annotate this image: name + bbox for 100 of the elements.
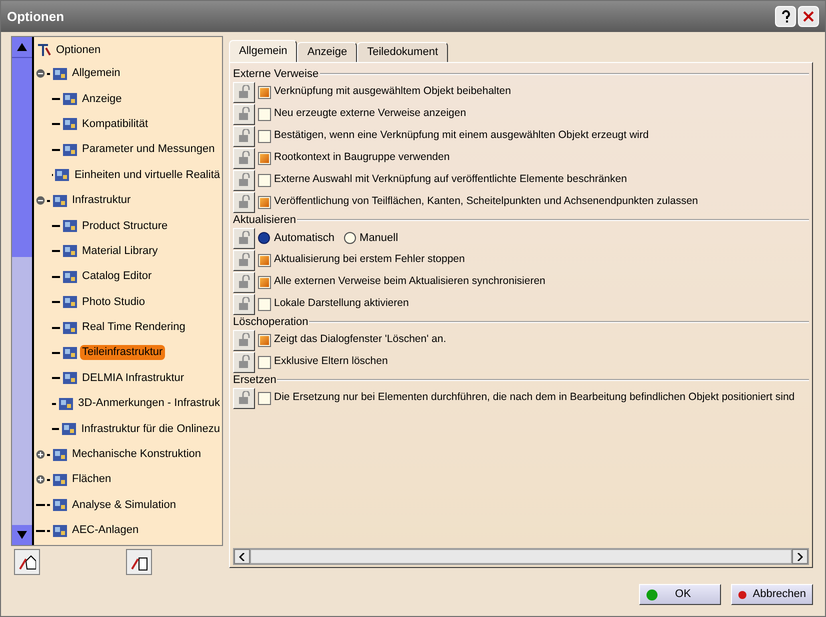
lock-icon: [237, 107, 251, 121]
tree-item[interactable]: Infrastruktur für die Onlinezu: [79, 422, 222, 437]
lock-button[interactable]: [233, 250, 255, 270]
tile-icon: [52, 192, 68, 209]
tile-icon: [62, 218, 78, 234]
tree-item[interactable]: Kompatibilität: [80, 116, 150, 132]
section-heading: Aktualisieren: [233, 212, 297, 228]
checkbox[interactable]: [258, 392, 271, 404]
expand-icon[interactable]: [36, 475, 45, 484]
status-ball-icon: [738, 588, 747, 600]
lock-button[interactable]: [233, 352, 255, 372]
tile-icon: [62, 142, 78, 158]
checkbox[interactable]: [258, 356, 271, 368]
close-icon: [803, 11, 814, 22]
checkbox[interactable]: [258, 196, 271, 208]
tree-item[interactable]: Catalog Editor: [80, 269, 154, 284]
tree-item[interactable]: Photo Studio: [80, 294, 147, 310]
option-label: Exklusive Eltern löschen: [274, 354, 388, 370]
section-heading: Externe Verweise: [233, 66, 320, 82]
lock-button[interactable]: [233, 126, 255, 146]
help-button[interactable]: [775, 6, 796, 27]
checkbox[interactable]: [258, 86, 271, 98]
checkbox[interactable]: [258, 108, 271, 120]
tree-item[interactable]: 3D-Anmerkungen - Infrastruk: [76, 396, 222, 412]
tile-icon: [62, 243, 78, 260]
tree-item[interactable]: Mechanische Konstruktion: [70, 447, 204, 462]
lock-icon: [237, 231, 251, 245]
tab[interactable]: Teiledokument: [357, 42, 448, 62]
up-arrow-icon: [16, 42, 28, 52]
tab[interactable]: Anzeige: [297, 42, 358, 62]
collapse-icon[interactable]: [36, 69, 45, 78]
help-icon: [780, 10, 790, 23]
scroll-left-button[interactable]: [234, 549, 250, 564]
lock-button[interactable]: [233, 388, 255, 408]
tree-item[interactable]: Analyse & Simulation: [70, 498, 178, 513]
scrollbar-thumb[interactable]: [12, 57, 32, 257]
tree-item[interactable]: Infrastruktur: [70, 193, 133, 208]
down-arrow-icon: [16, 530, 28, 540]
radio-button[interactable]: [258, 232, 270, 244]
lock-button[interactable]: [233, 104, 255, 124]
lock-button[interactable]: [233, 170, 255, 190]
radio-button[interactable]: [344, 232, 356, 244]
tree-item[interactable]: Anzeige: [80, 92, 124, 107]
tree-item[interactable]: Teileinfrastruktur: [80, 345, 165, 360]
close-button[interactable]: [798, 6, 819, 27]
checkbox[interactable]: [258, 276, 271, 288]
tree-item[interactable]: Flächen: [70, 472, 114, 488]
lock-button[interactable]: [233, 148, 255, 168]
horizontal-scrollbar[interactable]: [233, 548, 809, 565]
lock-icon: [237, 151, 251, 165]
checkbox[interactable]: [258, 298, 271, 310]
lock-button[interactable]: [233, 228, 255, 248]
tree-item[interactable]: AEC-Anlagen: [70, 523, 141, 538]
checkbox[interactable]: [258, 254, 271, 266]
tile-icon: [52, 522, 68, 539]
lock-button[interactable]: [233, 294, 255, 314]
checkbox[interactable]: [258, 130, 271, 142]
tree-item[interactable]: Optionen: [54, 42, 103, 58]
tile-icon: [62, 91, 78, 108]
lock-icon: [237, 85, 251, 99]
tab[interactable]: Allgemein: [229, 40, 298, 62]
home-tool-button[interactable]: [14, 549, 40, 575]
checkbox[interactable]: [258, 334, 271, 346]
tree-item[interactable]: Allgemein: [70, 66, 122, 82]
checkbox[interactable]: [258, 152, 271, 164]
scrollbar-thumb[interactable]: [250, 549, 792, 564]
scroll-right-button[interactable]: [792, 549, 808, 564]
option-label: Lokale Darstellung aktivieren: [274, 296, 409, 312]
option-label: Veröffentlichung von Teilflächen, Kanten, Scheitelpunkten und Achsenendpunkten zulassen: [274, 194, 698, 210]
document-tool-button[interactable]: [126, 549, 152, 575]
scroll-down-button[interactable]: [12, 525, 32, 545]
collapse-icon[interactable]: [36, 196, 45, 206]
lock-button[interactable]: [233, 272, 255, 292]
tree-item[interactable]: Real Time Rendering: [80, 320, 188, 336]
tree-item[interactable]: DELMIA Infrastruktur: [80, 370, 186, 386]
lock-icon: [237, 129, 251, 143]
dialog-button[interactable]: Abbrechen: [731, 584, 813, 605]
house-icon: [18, 553, 36, 571]
option-label: Neu erzeugte externe Verweise anzeigen: [274, 106, 466, 122]
tile-icon: [62, 370, 78, 386]
section-heading: Löschoperation: [233, 314, 310, 330]
tile-icon: [62, 268, 78, 285]
checkbox[interactable]: [258, 174, 271, 186]
tree-item[interactable]: Parameter und Messungen: [80, 142, 217, 158]
tree-item[interactable]: Material Library: [80, 244, 160, 259]
lock-button[interactable]: [233, 82, 255, 102]
lock-icon: [237, 173, 251, 187]
lock-button[interactable]: [233, 330, 255, 350]
expand-icon[interactable]: [36, 450, 45, 460]
lock-icon: [237, 275, 251, 289]
tile-icon: [58, 396, 74, 412]
scroll-up-button[interactable]: [12, 37, 32, 57]
lock-button[interactable]: [233, 192, 255, 212]
tile-icon: [62, 320, 78, 336]
tree-item[interactable]: Einheiten und virtuelle Realitä: [72, 168, 222, 183]
tile-icon: [62, 294, 78, 310]
tree-item[interactable]: Product Structure: [80, 218, 170, 234]
vertical-scrollbar[interactable]: [12, 37, 32, 545]
dialog-button[interactable]: OK: [639, 584, 721, 605]
tile-icon: [61, 421, 78, 438]
